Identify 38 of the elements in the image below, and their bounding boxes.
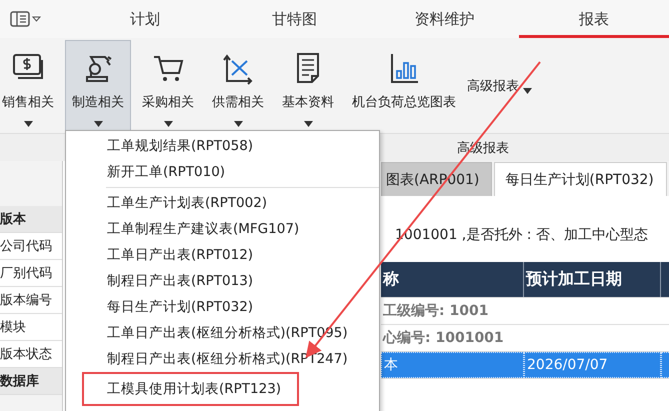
sidebar-field-label: 模块 (0, 314, 62, 341)
column-header: 预计加工日期 (524, 262, 661, 297)
menu-item[interactable]: 工单生产计划表(RPT002) (66, 190, 379, 216)
caret-icon (234, 121, 242, 127)
table-cell: 2026/07/07 (524, 352, 661, 378)
caret-icon (523, 88, 532, 94)
menu-item[interactable]: 新开工单(RPT010) (66, 159, 379, 185)
top-tab[interactable]: 计划 (70, 0, 220, 38)
sidebar-field-label: 厂别代码 (0, 260, 62, 287)
sidebar-field-label: 公司代码 (0, 233, 62, 260)
advanced-report-dropdown[interactable]: 高级报表 (467, 76, 532, 96)
menu-item[interactable]: 制程日产出表(RPT013) (66, 268, 379, 294)
top-tab[interactable]: 甘特图 (220, 0, 370, 38)
ribbon-button[interactable]: 销售相关 (0, 40, 61, 133)
menu-item[interactable]: 工单制程生产建议表(MFG107) (66, 216, 379, 242)
caret-icon (164, 121, 172, 127)
sidebar-section-header: 版本 (0, 206, 62, 233)
menu-item[interactable]: 工单规划结果(RPT058) (66, 133, 379, 159)
ribbon-button[interactable]: 制造相关 (65, 40, 131, 133)
menu-item[interactable]: 工模具使用计划表(RPT123) (82, 372, 299, 406)
table-cell: 本 (381, 352, 524, 378)
sidebar-section-header: 数据库 (0, 368, 62, 395)
caret-icon (94, 121, 102, 127)
column-header: 称 (381, 262, 524, 297)
ribbon-button[interactable]: 供需相关 (205, 40, 271, 133)
caret-icon (24, 121, 32, 127)
menu-item[interactable]: 工单日产出表(RPT012) (66, 242, 379, 268)
table-row[interactable]: 本 2026/07/07 (381, 352, 669, 379)
caret-icon (304, 121, 312, 127)
sidebar-field-label: 版本状态 (0, 341, 62, 368)
ribbon-button[interactable]: 机台负荷总览图表 (345, 40, 463, 133)
ribbon-button[interactable]: 基本资料 (275, 40, 341, 133)
menu-item[interactable]: 每日生产计划(RPT032) (66, 294, 379, 320)
top-tab[interactable]: 报表 (519, 0, 669, 38)
ribbon-button[interactable]: 采购相关 (135, 40, 201, 133)
sidebar-field-label: 版本编号 (0, 287, 62, 314)
document-tab[interactable]: 每日生产计划(RPT032) (494, 162, 667, 196)
top-tab[interactable]: 资料维护 (369, 0, 520, 38)
